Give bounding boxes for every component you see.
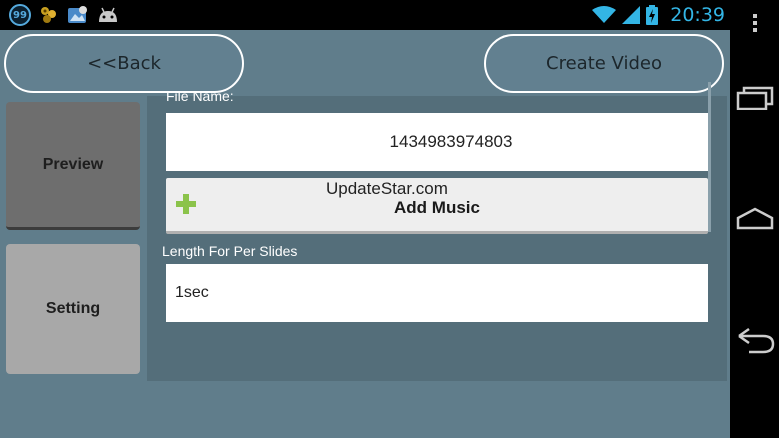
length-per-slide-input[interactable] [166,264,708,322]
panel-scrollbar[interactable] [708,82,711,232]
status-bar: 99 20:39 [0,0,779,30]
watermark-text: UpdateStar.com [326,179,448,198]
overflow-menu-icon [752,14,757,32]
badge-99-icon: 99 [9,4,31,26]
preview-tab[interactable]: Preview [6,102,140,230]
file-name-label: File Name: [166,88,234,104]
recent-apps-button[interactable] [730,80,779,116]
add-music-label: Add Music [394,198,480,217]
puzzle-icon [41,7,56,23]
system-indicators: 20:39 [592,4,725,26]
file-name-input[interactable] [166,113,708,171]
home-button[interactable] [730,200,779,236]
recent-apps-icon [736,86,773,110]
android-icon [99,7,117,22]
setting-tab[interactable]: Setting [6,244,140,374]
overflow-menu-button[interactable] [730,10,779,36]
navigation-bar [730,0,779,438]
battery-icon [646,5,659,25]
back-button[interactable]: <<Back [4,34,244,93]
length-per-slide-label: Length For Per Slides [162,243,298,259]
system-back-button[interactable] [730,320,779,360]
badge-count: 99 [13,9,27,21]
signal-icon [622,6,641,24]
image-sync-icon [68,6,87,23]
notification-icons: 99 [9,4,119,26]
back-icon [737,327,774,354]
wifi-icon [592,6,617,23]
home-icon [736,207,773,230]
clock: 20:39 [670,4,725,26]
app-screen: <<Back Create Video Preview Setting [0,30,730,438]
create-video-button[interactable]: Create Video [484,34,724,93]
